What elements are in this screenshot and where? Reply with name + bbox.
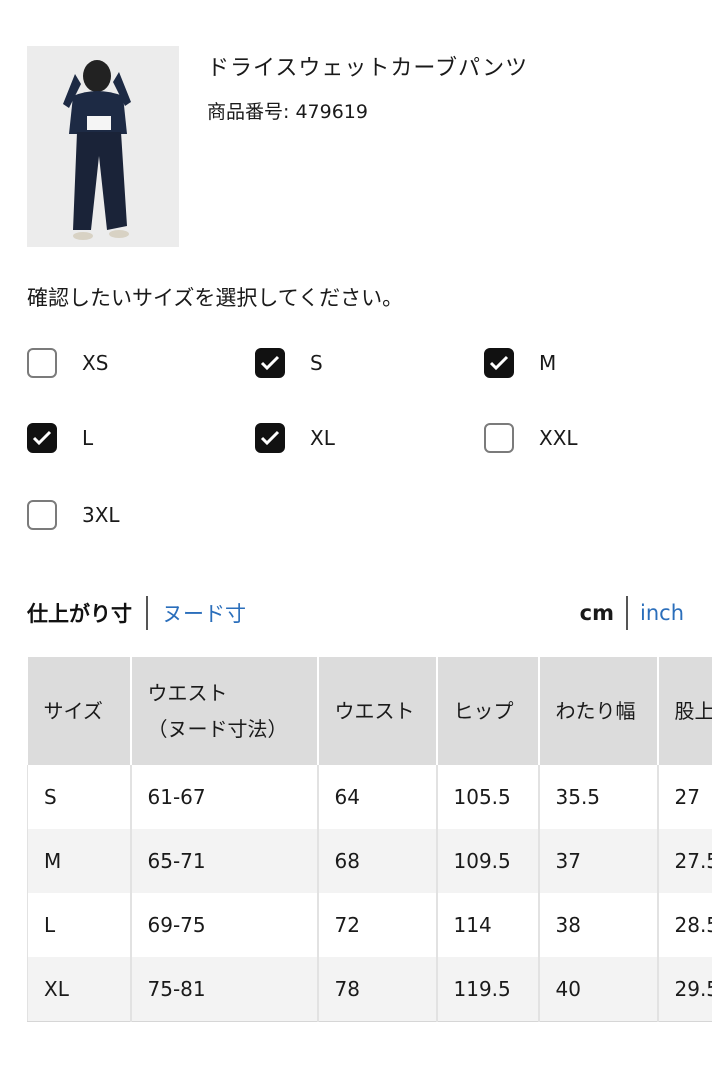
checkbox-xxl[interactable] [484,423,514,453]
unit-toggle: cm inch [580,596,684,630]
checkmark-icon [260,430,280,446]
table-cell: XL [27,957,132,1022]
table-cell: 38 [538,893,659,957]
size-label: XL [310,426,335,450]
table-cell: 75-81 [130,957,319,1022]
column-header: 股上 [657,657,712,765]
size-option-s[interactable]: S [255,345,323,381]
measurement-tabs: 仕上がり寸 ヌード寸 [27,596,246,630]
checkbox-3xl[interactable] [27,500,57,530]
checkmark-icon [32,430,52,446]
column-header: ヒップ [436,657,540,765]
unit-cm[interactable]: cm [580,601,614,625]
checkmark-icon [260,355,280,371]
table-cell: 119.5 [436,957,540,1022]
table-cell: 28.5 [657,893,712,957]
table-cell: 65-71 [130,829,319,893]
table-cell: 61-67 [130,765,319,829]
checkbox-s[interactable] [255,348,285,378]
column-header: サイズ [27,657,132,765]
checkbox-xl[interactable] [255,423,285,453]
size-label: S [310,351,323,375]
table-row: S 61-67 64 105.5 35.5 27 [27,765,712,829]
size-label: 3XL [82,503,120,527]
size-option-xs[interactable]: XS [27,345,108,381]
product-number: 商品番号: 479619 [207,101,368,123]
size-label: XS [82,351,109,375]
table-cell: 68 [317,829,438,893]
checkbox-l[interactable] [27,423,57,453]
table-cell: S [27,765,132,829]
column-header: ウエスト [317,657,438,765]
table-header-row: サイズ ウエスト （ヌード寸法） ウエスト ヒップ わたり幅 股上 [27,657,712,765]
size-option-m[interactable]: M [484,345,556,381]
table-row: M 65-71 68 109.5 37 27.5 [27,829,712,893]
size-label: XXL [539,426,578,450]
product-name: ドライスウェットカーブパンツ [207,56,529,81]
size-table: サイズ ウエスト （ヌード寸法） ウエスト ヒップ わたり幅 股上 S 61-6… [27,657,712,1022]
column-header: わたり幅 [538,657,659,765]
checkbox-m[interactable] [484,348,514,378]
unit-divider [626,596,628,630]
size-option-3xl[interactable]: 3XL [27,497,120,533]
table-cell: 29.5 [657,957,712,1022]
table-cell: 35.5 [538,765,659,829]
product-image [27,46,179,247]
table-row: L 69-75 72 114 38 28.5 [27,893,712,957]
checkmark-icon [489,355,509,371]
table-row: XL 75-81 78 119.5 40 29.5 [27,957,712,1022]
size-label: L [82,426,94,450]
table-cell: 109.5 [436,829,540,893]
size-label: M [539,351,557,375]
table-cell: 114 [436,893,540,957]
tab-nude-size[interactable]: ヌード寸 [162,598,246,628]
table-cell: 105.5 [436,765,540,829]
tab-finished-size[interactable]: 仕上がり寸 [27,598,132,628]
size-option-l[interactable]: L [27,420,93,456]
table-cell: 27.5 [657,829,712,893]
table-cell: L [27,893,132,957]
tab-divider [146,596,148,630]
table-cell: 69-75 [130,893,319,957]
table-cell: 40 [538,957,659,1022]
checkbox-xs[interactable] [27,348,57,378]
table-cell: 27 [657,765,712,829]
table-cell: 78 [317,957,438,1022]
table-cell: M [27,829,132,893]
size-option-xxl[interactable]: XXL [484,420,578,456]
size-table-scroll[interactable]: サイズ ウエスト （ヌード寸法） ウエスト ヒップ わたり幅 股上 S 61-6… [27,657,712,1023]
table-cell: 72 [317,893,438,957]
size-instruction: 確認したいサイズを選択してください。 [27,286,404,310]
unit-inch[interactable]: inch [640,601,684,625]
table-cell: 37 [538,829,659,893]
column-header: ウエスト （ヌード寸法） [130,657,319,765]
table-cell: 64 [317,765,438,829]
size-option-xl[interactable]: XL [255,420,335,456]
